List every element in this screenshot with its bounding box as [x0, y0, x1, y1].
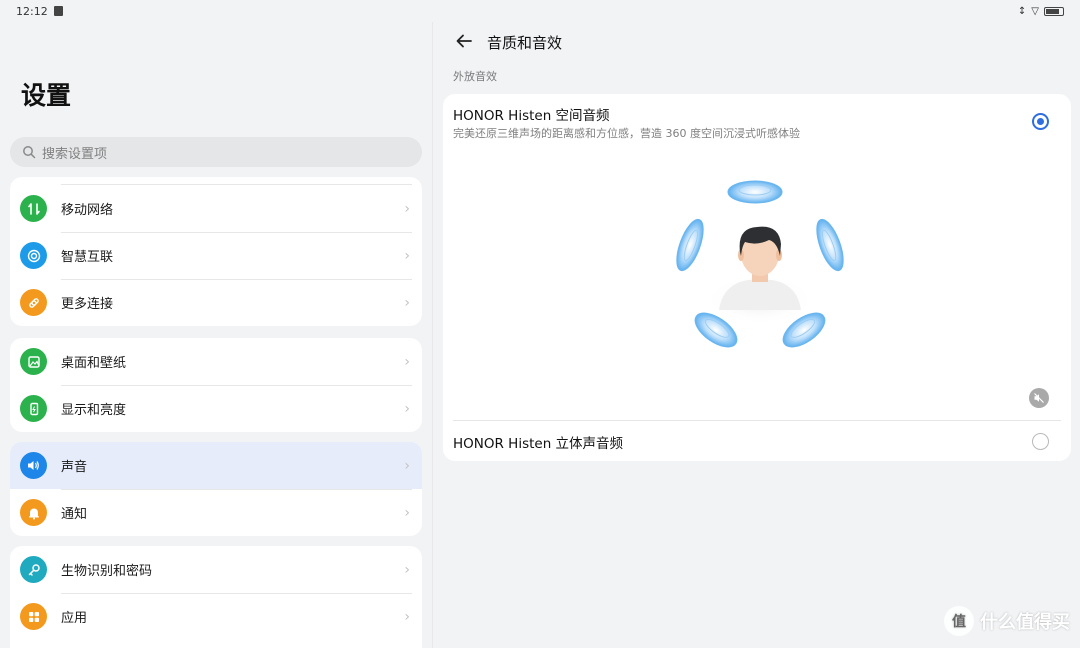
smart-connect-icon: [20, 242, 47, 269]
settings-group-sound: 声音 › 通知 ›: [10, 442, 422, 536]
sidebar-item-label: 更多连接: [61, 297, 114, 312]
option-spatial-description: 完美还原三维声场的距离感和方位感，营造 360 度空间沉浸式听感体验: [453, 127, 800, 140]
sidebar-item-label: 移动网络: [61, 203, 114, 218]
chevron-right-icon: ›: [404, 353, 410, 370]
speaker-icon: [20, 452, 47, 479]
chevron-right-icon: ›: [404, 504, 410, 521]
wallpaper-icon: [20, 348, 47, 375]
speaker-muted-icon: [1034, 393, 1044, 403]
sidebar-item-apps[interactable]: 应用 ›: [10, 593, 422, 640]
page-title: 设置: [21, 81, 72, 110]
sidebar-item-smart-connect[interactable]: 智慧互联 ›: [10, 232, 422, 279]
back-button[interactable]: [453, 30, 475, 52]
sidebar-item-wallpaper[interactable]: 桌面和壁纸 ›: [10, 338, 422, 385]
battery-icon: [1044, 6, 1064, 16]
spatial-audio-illustration: [676, 180, 844, 348]
back-arrow-icon: [456, 34, 472, 48]
sidebar-item-label: 生物识别和密码: [61, 564, 153, 579]
sidebar-item-mobile-network[interactable]: 移动网络 ›: [10, 185, 422, 232]
link-icon: [20, 289, 47, 316]
radio-spatial-audio[interactable]: [1032, 113, 1049, 130]
detail-title: 音质和音效: [487, 34, 563, 52]
chevron-right-icon: ›: [404, 400, 410, 417]
status-time: 12:12: [16, 4, 48, 18]
watermark-badge: 值: [944, 606, 974, 636]
sidebar-item-more-connections[interactable]: 更多连接 ›: [10, 279, 422, 326]
search-input[interactable]: 搜索设置项: [10, 137, 422, 167]
sidebar-item-biometrics[interactable]: 生物识别和密码 ›: [10, 546, 422, 593]
option-stereo-title[interactable]: HONOR Histen 立体声音频: [453, 432, 623, 452]
sidebar-item-label: 桌面和壁纸: [61, 356, 127, 371]
sidebar-item-label: 通知: [61, 507, 88, 522]
option-spatial-title[interactable]: HONOR Histen 空间音频: [453, 104, 610, 124]
display-icon: [20, 395, 47, 422]
option-divider: [453, 420, 1061, 421]
sidebar-item-label: 显示和亮度: [61, 403, 127, 418]
settings-sidebar: 设置 搜索设置项 移动网络 › 智慧互联 › 更多连接 › 桌面和壁纸 › 显示…: [0, 22, 432, 648]
listener-avatar: [705, 226, 815, 325]
search-icon: [23, 146, 36, 159]
mute-button[interactable]: [1029, 388, 1049, 408]
watermark: 值 什么值得买: [944, 606, 1070, 636]
wifi-icon: ▽: [1031, 5, 1039, 17]
chevron-right-icon: ›: [404, 608, 410, 625]
detail-pane: 音质和音效 外放音效 HONOR Histen 空间音频 完美还原三维声场的距离…: [433, 22, 1080, 648]
key-icon: [20, 556, 47, 583]
status-bar: 12:12 ↕ ▽: [0, 0, 1080, 22]
sidebar-item-label: 智慧互联: [61, 250, 114, 265]
sidebar-item-display[interactable]: 显示和亮度 ›: [10, 385, 422, 432]
speaker-left: [676, 218, 704, 272]
chevron-right-icon: ›: [404, 247, 410, 264]
radio-stereo-audio[interactable]: [1032, 433, 1049, 450]
sound-effects-card: HONOR Histen 空间音频 完美还原三维声场的距离感和方位感，营造 36…: [443, 94, 1071, 461]
settings-group-display: 桌面和壁纸 › 显示和亮度 ›: [10, 338, 422, 432]
sidebar-item-notifications[interactable]: 通知 ›: [10, 489, 422, 536]
sidebar-item-sound[interactable]: 声音 ›: [10, 442, 422, 489]
watermark-text: 什么值得买: [980, 612, 1070, 633]
settings-group-security: 生物识别和密码 › 应用 ›: [10, 546, 422, 648]
apps-icon: [20, 603, 47, 630]
search-placeholder: 搜索设置项: [42, 146, 108, 162]
section-label: 外放音效: [453, 70, 497, 83]
chevron-right-icon: ›: [404, 200, 410, 217]
chevron-right-icon: ›: [404, 457, 410, 474]
chevron-right-icon: ›: [404, 294, 410, 311]
sidebar-item-label: 声音: [61, 460, 88, 475]
speaker-right: [816, 218, 844, 272]
settings-group-connectivity: 移动网络 › 智慧互联 › 更多连接 ›: [10, 177, 422, 326]
sidebar-item-label: 应用: [61, 611, 88, 626]
chevron-right-icon: ›: [404, 561, 410, 578]
vibrate-icon: ↕: [1017, 5, 1027, 17]
mobile-data-icon: [20, 195, 47, 222]
bell-icon: [20, 499, 47, 526]
speaker-top: [727, 180, 783, 204]
notification-icon: [53, 6, 63, 16]
